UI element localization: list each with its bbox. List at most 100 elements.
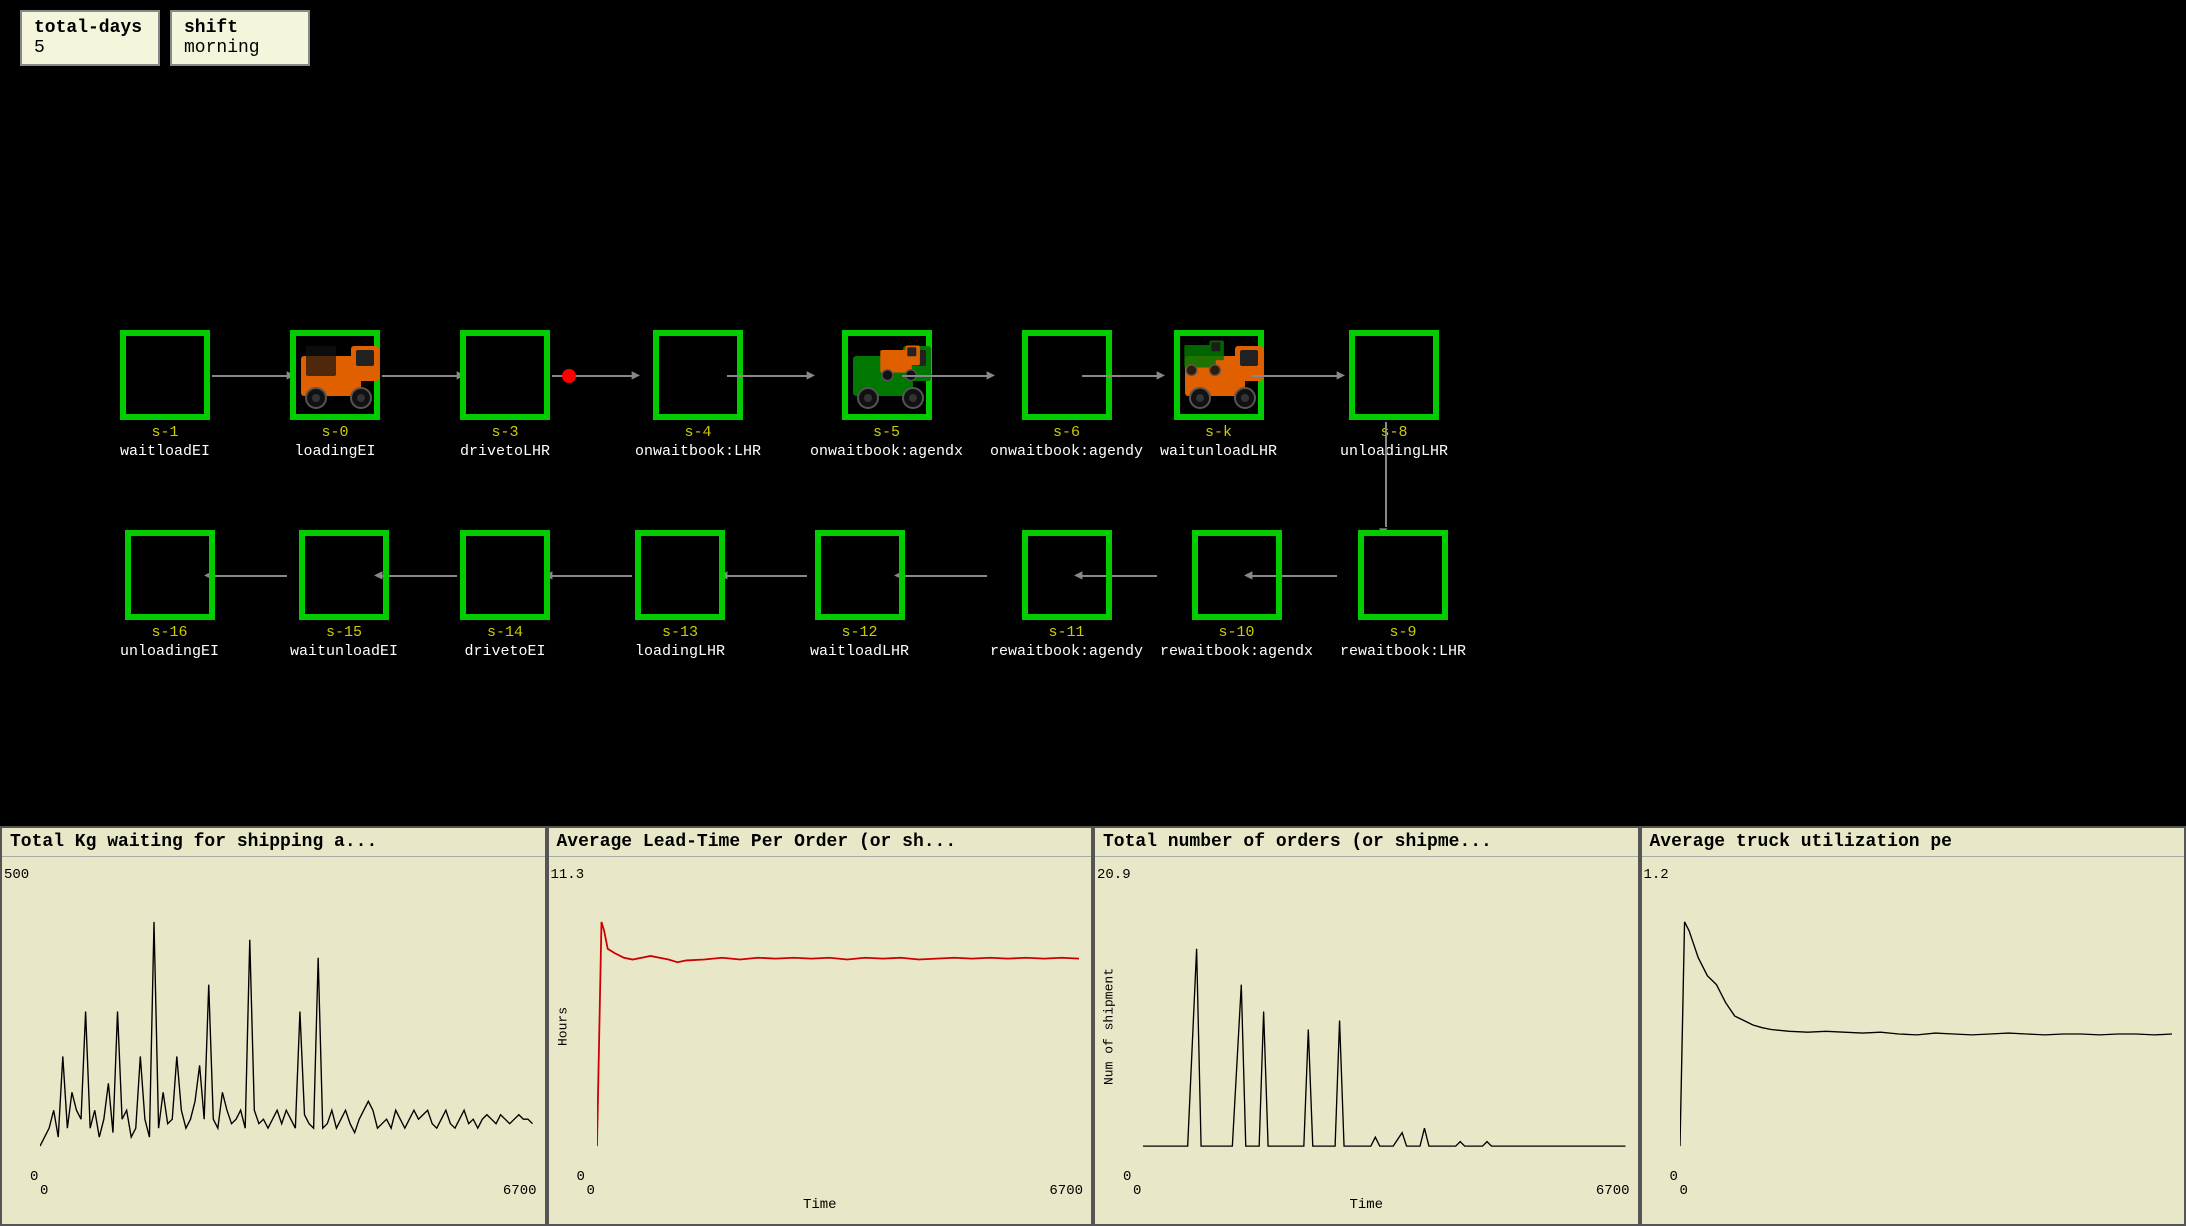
state-label-s14: drivetoEI (464, 643, 545, 660)
state-label-s13: loadingLHR (635, 643, 725, 660)
green-truck-overlay-sk (1180, 336, 1230, 381)
chart-orders-ylabel: Num of shipment (1102, 968, 1117, 1085)
state-box-s8 (1349, 330, 1439, 420)
orange-truck-overlay-s5 (876, 341, 926, 386)
state-id-sk: s-k (1205, 424, 1232, 441)
state-box-s13 (635, 530, 725, 620)
arrow-s3-s4: ▶ (552, 375, 632, 377)
total-days-label: total-days (34, 18, 146, 38)
chart-kg-xmin: 0 (40, 1183, 48, 1199)
state-box-sk (1174, 330, 1264, 420)
red-dot (562, 369, 576, 383)
chart-orders: Total number of orders (or shipme... 20.… (1093, 826, 1640, 1226)
state-id-s10: s-10 (1219, 624, 1255, 641)
state-label-s4: onwaitbook:LHR (635, 443, 761, 460)
chart-orders-xlabel: Time (1349, 1197, 1383, 1213)
state-id-s14: s-14 (487, 624, 523, 641)
state-id-s9: s-9 (1390, 624, 1417, 641)
state-label-s6: onwaitbook:agendy (990, 443, 1143, 460)
state-id-s1: s-1 (152, 424, 179, 441)
arrow-s12-s13: ◀ (727, 575, 807, 577)
shift-label: shift (184, 18, 296, 38)
state-s9: s-9 rewaitbook:LHR (1340, 530, 1466, 660)
chart-kg-body: 500 0 0 6700 (2, 857, 545, 1217)
state-label-s10: rewaitbook:agendx (1160, 643, 1313, 660)
state-label-s9: rewaitbook:LHR (1340, 643, 1466, 660)
state-id-s3: s-3 (492, 424, 519, 441)
chart-leadtime: Average Lead-Time Per Order (or sh... 11… (547, 826, 1094, 1226)
chart-utilization: Average truck utilization pe 1.2 0 0 (1640, 826, 2186, 1226)
state-box-s12 (815, 530, 905, 620)
state-s5: s-5 onwaitbook:agendx (810, 330, 963, 460)
chart-orders-xmax: 6700 (1596, 1183, 1630, 1199)
chart-leadtime-xmin: 0 (587, 1183, 595, 1199)
state-label-s1: waitloadEI (120, 443, 210, 460)
flow-diagram: s-1 waitloadEI ▶ s-0 (0, 120, 2186, 650)
total-days-value: 5 (34, 38, 146, 58)
state-label-s0: loadingEI (294, 443, 375, 460)
state-box-s1 (120, 330, 210, 420)
chart-kg-yzero: 0 (30, 1169, 38, 1185)
state-box-s14 (460, 530, 550, 620)
state-id-s12: s-12 (842, 624, 878, 641)
arrow-sk-s8: ▶ (1252, 375, 1337, 377)
state-s13: s-13 loadingLHR (635, 530, 725, 660)
state-id-s6: s-6 (1053, 424, 1080, 441)
chart-orders-svg (1143, 877, 1626, 1182)
chart-utilization-ymax: 1.2 (1644, 867, 1669, 883)
state-label-s11: rewaitbook:agendy (990, 643, 1143, 660)
chart-orders-body: 20.9 Num of shipment 0 0 6700 Time (1095, 857, 1638, 1217)
state-sk: s-k waitunloadLHR (1160, 330, 1277, 460)
charts-container: Total Kg waiting for shipping a... 500 0… (0, 826, 2186, 1226)
chart-kg-ymax: 500 (4, 867, 29, 883)
state-s6: s-6 onwaitbook:agendy (990, 330, 1143, 460)
chart-kg-title: Total Kg waiting for shipping a... (2, 828, 545, 857)
shift-box: shift morning (170, 10, 310, 66)
state-label-s8: unloadingLHR (1340, 443, 1448, 460)
state-box-s11 (1022, 530, 1112, 620)
state-label-s12: waitloadLHR (810, 643, 909, 660)
state-s1: s-1 waitloadEI (120, 330, 210, 460)
chart-orders-xmin: 0 (1133, 1183, 1141, 1199)
arrow-s5-s6: ▶ (902, 375, 987, 377)
chart-kg-svg (40, 877, 533, 1182)
state-s14: s-14 drivetoEI (460, 530, 550, 660)
state-label-s3: drivetoLHR (460, 443, 550, 460)
total-days-box: total-days 5 (20, 10, 160, 66)
state-box-s0 (290, 330, 380, 420)
chart-utilization-yzero: 0 (1670, 1169, 1678, 1185)
arrow-s0-s3: ▶ (382, 375, 457, 377)
chart-orders-title: Total number of orders (or shipme... (1095, 828, 1638, 857)
arrow-s13-s14: ◀ (552, 575, 632, 577)
state-box-s3 (460, 330, 550, 420)
chart-leadtime-body: 11.3 Hours 0 0 6700 Time (549, 857, 1092, 1217)
state-id-s13: s-13 (662, 624, 698, 641)
arrow-s1-s0: ▶ (212, 375, 287, 377)
state-s16: s-16 unloadingEI (120, 530, 219, 660)
state-box-s16 (125, 530, 215, 620)
state-id-s5: s-5 (873, 424, 900, 441)
chart-leadtime-svg (597, 877, 1080, 1182)
state-box-s10 (1192, 530, 1282, 620)
shift-value: morning (184, 38, 296, 58)
state-s15: s-15 waitunloadEI (290, 530, 398, 660)
state-s11: s-11 rewaitbook:agendy (990, 530, 1143, 660)
state-s8: s-8 unloadingLHR (1340, 330, 1448, 460)
chart-utilization-svg (1680, 877, 2173, 1182)
state-id-s15: s-15 (326, 624, 362, 641)
chart-kg-xmax: 6700 (503, 1183, 537, 1199)
chart-leadtime-title: Average Lead-Time Per Order (or sh... (549, 828, 1092, 857)
state-id-s0: s-0 (321, 424, 348, 441)
state-s4: s-4 onwaitbook:LHR (635, 330, 761, 460)
arrow-s15-s16: ◀ (212, 575, 287, 577)
chart-orders-ymax: 20.9 (1097, 867, 1131, 883)
chart-leadtime-xlabel: Time (803, 1197, 837, 1213)
state-label-s15: waitunloadEI (290, 643, 398, 660)
orange-truck-s0 (296, 336, 386, 416)
state-s12: s-12 waitloadLHR (810, 530, 909, 660)
chart-utilization-xmin: 0 (1680, 1183, 1688, 1199)
chart-leadtime-ymax: 11.3 (551, 867, 585, 883)
state-s0: s-0 loadingEI (290, 330, 380, 460)
state-s10: s-10 rewaitbook:agendx (1160, 530, 1313, 660)
arrow-s11-s12: ◀ (902, 575, 987, 577)
